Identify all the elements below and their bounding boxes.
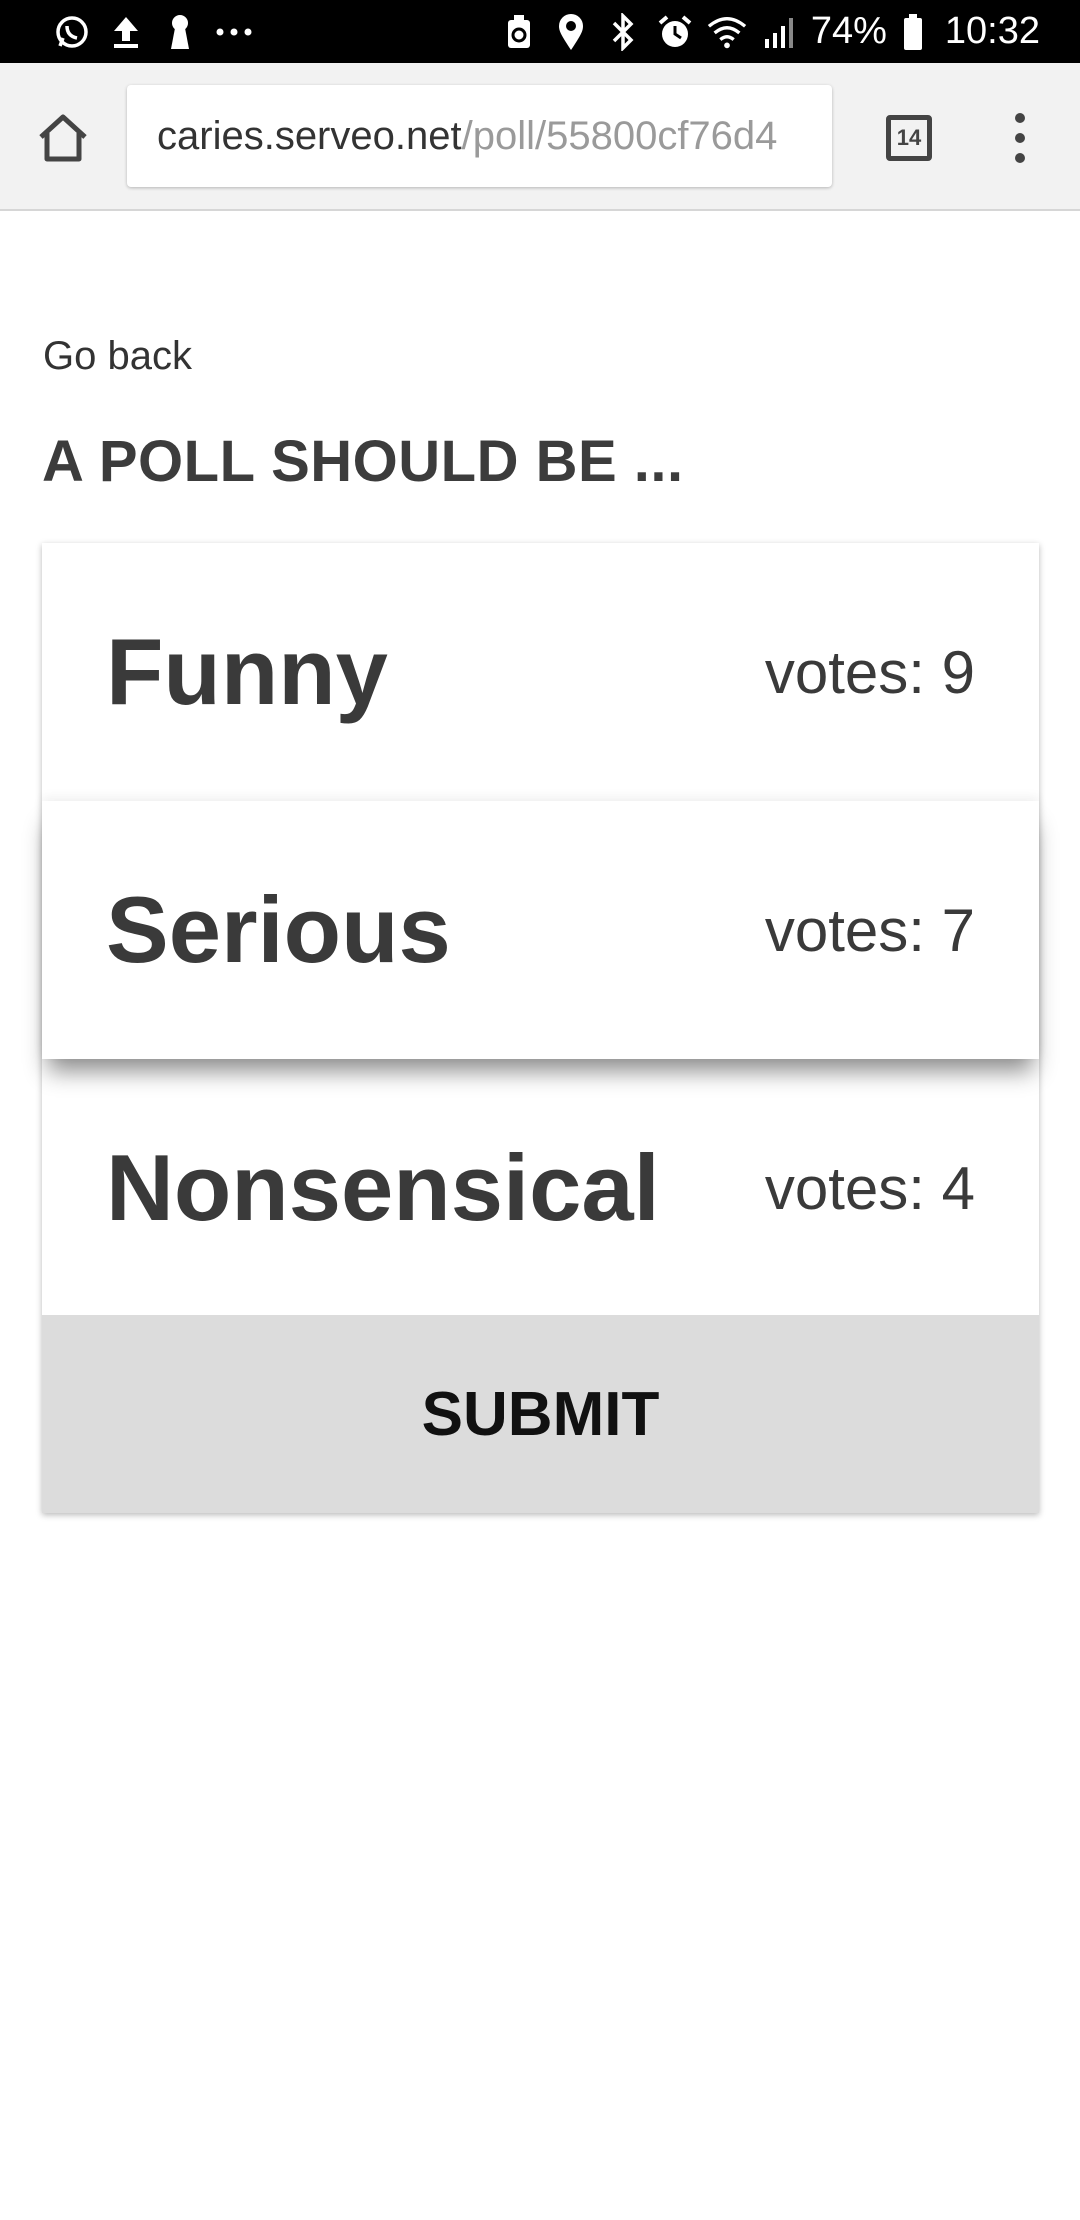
option-votes: votes: 7 <box>764 896 975 964</box>
option-label: Serious <box>106 877 451 982</box>
tabs-button[interactable]: 14 <box>878 107 940 169</box>
status-time: 10:32 <box>944 10 1040 52</box>
poll-option-funny[interactable]: Funny votes: 9 <box>42 543 1039 801</box>
bluetooth-icon <box>603 10 643 54</box>
browser-toolbar: caries.serveo.net/poll/55800cf76d4 14 <box>0 63 1080 211</box>
go-back-link[interactable]: Go back <box>43 334 192 379</box>
home-button[interactable] <box>28 103 98 173</box>
battery-icon <box>893 10 933 54</box>
option-votes: votes: 9 <box>764 638 975 706</box>
option-label: Nonsensical <box>106 1135 660 1240</box>
poll-title: A POLL SHOULD BE ... <box>42 429 684 494</box>
submit-button[interactable]: SUBMIT <box>42 1315 1039 1513</box>
battery-saver-icon <box>499 10 539 54</box>
tab-count: 14 <box>896 125 922 150</box>
status-bar: 74% 10:32 <box>0 0 1080 63</box>
whatsapp-icon <box>50 10 94 54</box>
poll-card: Funny votes: 9 Serious votes: 7 Nonsensi… <box>42 543 1039 1513</box>
tab-count-icon: 14 <box>886 115 932 161</box>
url-host: caries.serveo.net <box>157 113 462 158</box>
battery-percent: 74% <box>810 10 887 52</box>
browser-menu-button[interactable] <box>990 103 1050 173</box>
poll-option-serious[interactable]: Serious votes: 7 <box>42 801 1039 1059</box>
url-path: /poll/55800cf76d4 <box>461 113 778 158</box>
url-bar[interactable]: caries.serveo.net/poll/55800cf76d4 <box>127 85 832 187</box>
signal-icon <box>759 10 799 54</box>
location-icon <box>551 10 591 54</box>
upload-icon <box>104 10 148 54</box>
home-icon <box>39 114 87 162</box>
keyhole-icon <box>158 10 202 54</box>
wifi-icon <box>707 10 747 54</box>
poll-option-nonsensical[interactable]: Nonsensical votes: 4 <box>42 1059 1039 1317</box>
option-label: Funny <box>106 619 388 724</box>
status-bar-right: 74% 10:32 <box>493 10 1040 54</box>
more-vert-icon <box>1015 113 1025 123</box>
alarm-icon <box>655 10 695 54</box>
option-votes: votes: 4 <box>764 1154 975 1222</box>
status-bar-left <box>50 10 266 54</box>
more-dots-icon <box>212 10 256 54</box>
